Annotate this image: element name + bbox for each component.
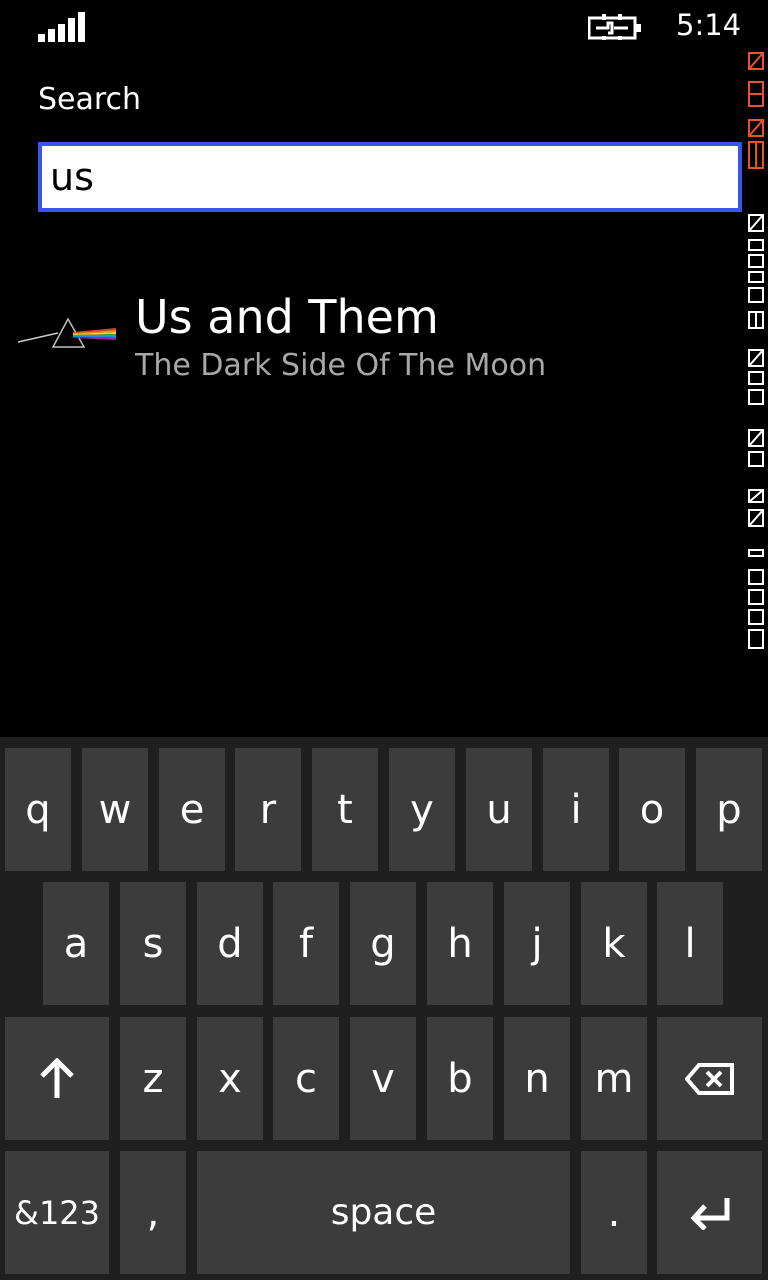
space-key[interactable]: space	[197, 1151, 570, 1274]
key-y[interactable]: y	[389, 748, 455, 871]
search-field-container[interactable]	[38, 142, 742, 212]
key-z[interactable]: z	[120, 1017, 186, 1140]
key-n[interactable]: n	[504, 1017, 570, 1140]
key-h[interactable]: h	[427, 882, 493, 1005]
search-label: Search	[38, 82, 142, 117]
status-bar: 5:14	[0, 0, 768, 56]
debug-counter-strip	[748, 52, 764, 649]
key-k[interactable]: k	[581, 882, 647, 1005]
search-input[interactable]	[42, 146, 738, 208]
backspace-key[interactable]	[657, 1017, 762, 1140]
on-screen-keyboard: q w e r t y u i o p a s d f g h j k l z …	[0, 737, 768, 1280]
key-p[interactable]: p	[696, 748, 762, 871]
comma-key[interactable]: ,	[120, 1151, 186, 1274]
key-d[interactable]: d	[197, 882, 263, 1005]
prism-album-art-icon	[18, 317, 116, 348]
battery-charging-icon	[588, 14, 641, 40]
key-r[interactable]: r	[235, 748, 301, 871]
key-a[interactable]: a	[43, 882, 109, 1005]
signal-icon	[38, 12, 86, 42]
key-o[interactable]: o	[619, 748, 685, 871]
shift-arrow-icon	[40, 1057, 74, 1098]
key-g[interactable]: g	[350, 882, 416, 1005]
key-l[interactable]: l	[657, 882, 723, 1005]
key-s[interactable]: s	[120, 882, 186, 1005]
key-f[interactable]: f	[273, 882, 339, 1005]
symbols-key[interactable]: &123	[5, 1151, 109, 1274]
result-title: Us and Them	[135, 290, 439, 344]
search-result-item[interactable]: Us and Them The Dark Side Of The Moon	[18, 290, 718, 390]
key-e[interactable]: e	[159, 748, 225, 871]
key-x[interactable]: x	[197, 1017, 263, 1140]
key-u[interactable]: u	[466, 748, 532, 871]
period-key[interactable]: .	[581, 1151, 647, 1274]
key-w[interactable]: w	[82, 748, 148, 871]
backspace-icon	[684, 1062, 734, 1095]
key-c[interactable]: c	[273, 1017, 339, 1140]
key-i[interactable]: i	[543, 748, 609, 871]
shift-key[interactable]	[5, 1017, 109, 1140]
key-m[interactable]: m	[581, 1017, 647, 1140]
key-b[interactable]: b	[427, 1017, 493, 1140]
key-j[interactable]: j	[504, 882, 570, 1005]
key-t[interactable]: t	[312, 748, 378, 871]
key-q[interactable]: q	[5, 748, 71, 871]
enter-key[interactable]	[657, 1151, 762, 1274]
enter-icon	[690, 1197, 729, 1230]
result-subtitle: The Dark Side Of The Moon	[135, 348, 547, 383]
key-v[interactable]: v	[350, 1017, 416, 1140]
clock: 5:14	[676, 8, 742, 42]
